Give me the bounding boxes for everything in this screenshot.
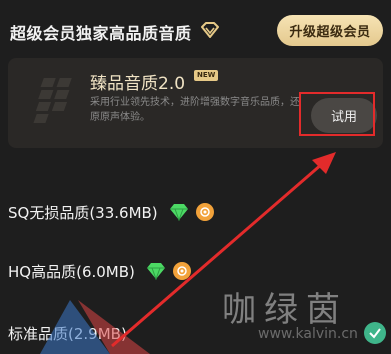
- watermark-text: 咖绿茵: [222, 290, 348, 330]
- watermark-url: www.kalvin.cn: [258, 326, 358, 342]
- check-icon: [364, 322, 386, 344]
